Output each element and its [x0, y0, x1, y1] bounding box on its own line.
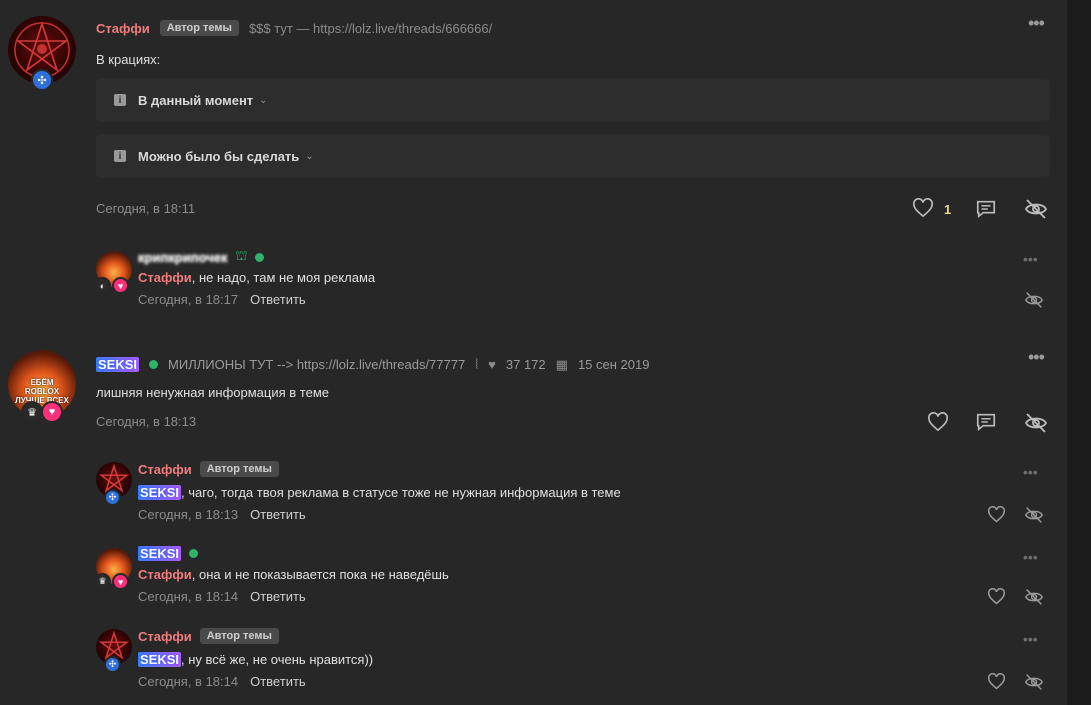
- comment-time[interactable]: Сегодня, в 18:17: [138, 292, 238, 307]
- author-tag: Автор темы: [159, 20, 239, 36]
- chevron-down-icon: ⌄: [259, 94, 268, 106]
- reply-button[interactable]: Ответить: [250, 674, 306, 689]
- chevron-down-icon: ⌄: [305, 150, 314, 162]
- more-dots-icon[interactable]: •••: [1028, 14, 1045, 32]
- achievement-badge-icon: ✣: [31, 69, 53, 91]
- heart-icon[interactable]: [987, 672, 1006, 693]
- comment-time[interactable]: Сегодня, в 18:14: [138, 589, 238, 604]
- like-count: 1: [944, 202, 952, 217]
- heart-icon[interactable]: [912, 198, 934, 221]
- comment-author[interactable]: SEKSI: [138, 546, 182, 561]
- avatar-text: ЕБЁМ ROBLOX ЛУЧШЕ ВСЕХ: [15, 378, 69, 405]
- more-dots-icon[interactable]: •••: [1023, 251, 1038, 267]
- eye-off-icon[interactable]: [1024, 673, 1044, 694]
- more-dots-icon[interactable]: •••: [1023, 549, 1038, 565]
- online-indicator: [149, 360, 159, 369]
- heart-badge-icon: ♥: [112, 573, 129, 590]
- post-time[interactable]: Сегодня, в 18:11: [96, 201, 195, 216]
- eye-off-icon[interactable]: [1024, 588, 1044, 609]
- comment-author[interactable]: Стаффи: [138, 629, 192, 644]
- more-dots-icon[interactable]: •••: [1028, 348, 1045, 366]
- post-body: В крациях:: [96, 52, 161, 67]
- achievement-badge-icon: ♛: [21, 401, 43, 423]
- register-date: 15 сен 2019: [577, 357, 650, 372]
- author-tag: Автор темы: [199, 461, 279, 477]
- mention[interactable]: SEKSI: [138, 652, 182, 667]
- mention[interactable]: Стаффи: [138, 270, 192, 285]
- online-indicator: [255, 252, 265, 262]
- heart-icon: ♥: [488, 357, 496, 372]
- comment-text: , ну всё же, не очень нравится)): [181, 652, 374, 667]
- comment-time[interactable]: Сегодня, в 18:14: [138, 674, 238, 689]
- likes-total: 37 172: [505, 357, 546, 372]
- eye-off-icon[interactable]: [1024, 198, 1048, 223]
- more-dots-icon[interactable]: •••: [1023, 631, 1038, 647]
- comment-icon[interactable]: [975, 198, 997, 223]
- reply-button[interactable]: Ответить: [250, 507, 306, 522]
- spoiler-block[interactable]: i Можно было бы сделать ⌄: [96, 134, 1050, 178]
- comment-time[interactable]: Сегодня, в 18:13: [138, 507, 238, 522]
- info-icon: i: [114, 94, 126, 106]
- comment-text: , чаго, тогда твоя реклама в статусе тож…: [181, 485, 621, 500]
- eye-off-icon[interactable]: [1024, 291, 1044, 312]
- mention[interactable]: Стаффи: [138, 567, 192, 582]
- reply-button[interactable]: Ответить: [250, 589, 306, 604]
- post-author[interactable]: Стаффи: [96, 21, 150, 36]
- eye-off-icon[interactable]: [1024, 412, 1048, 437]
- achievement-badge-icon: ✣: [104, 489, 121, 506]
- comment-text: , не надо, там не моя реклама: [191, 270, 376, 285]
- cake-icon: ⛫: [235, 248, 248, 263]
- achievement-badge-icon: ✣: [104, 656, 121, 673]
- comment-author[interactable]: Стаффи: [138, 462, 192, 477]
- comment-text: , она и не показывается пока не наведёшь: [191, 567, 449, 582]
- spoiler-label: В данный момент: [138, 92, 254, 108]
- user-status[interactable]: МИЛЛИОНЫ ТУТ --> https://lolz.live/threa…: [168, 357, 465, 372]
- heart-badge-icon: ♥: [41, 401, 63, 423]
- reply-button[interactable]: Ответить: [250, 292, 306, 307]
- author-tag: Автор темы: [199, 628, 279, 644]
- info-icon: i: [114, 150, 126, 162]
- online-indicator: [189, 549, 199, 558]
- spoiler-block[interactable]: i В данный момент ⌄: [96, 78, 1050, 122]
- achievement-badge-icon: ♛: [94, 573, 111, 590]
- comment-author[interactable]: крипкрипочек: [138, 250, 227, 265]
- heart-icon[interactable]: [987, 505, 1006, 526]
- user-status[interactable]: $$$ тут — https://lolz.live/threads/6666…: [249, 21, 492, 36]
- more-dots-icon[interactable]: •••: [1023, 464, 1038, 480]
- calendar-icon: ▦: [555, 356, 568, 372]
- heart-icon[interactable]: [927, 412, 949, 435]
- thread-container: ✣ Стаффи Автор темы $$$ тут — https://lo…: [0, 0, 1067, 705]
- post-body: лишняя ненужная информация в теме: [96, 385, 329, 400]
- heart-icon[interactable]: [987, 587, 1006, 608]
- mention[interactable]: SEKSI: [138, 485, 182, 500]
- lolz-logo-icon: ⦚: [475, 356, 479, 372]
- spoiler-label: Можно было бы сделать: [138, 148, 300, 164]
- post-author[interactable]: SEKSI: [96, 357, 140, 372]
- eye-off-icon[interactable]: [1024, 506, 1044, 527]
- heart-badge-icon: ♥: [112, 277, 129, 294]
- comment-icon[interactable]: [975, 411, 997, 436]
- achievement-badge-icon: ◐: [94, 277, 111, 294]
- post-time[interactable]: Сегодня, в 18:13: [96, 414, 196, 429]
